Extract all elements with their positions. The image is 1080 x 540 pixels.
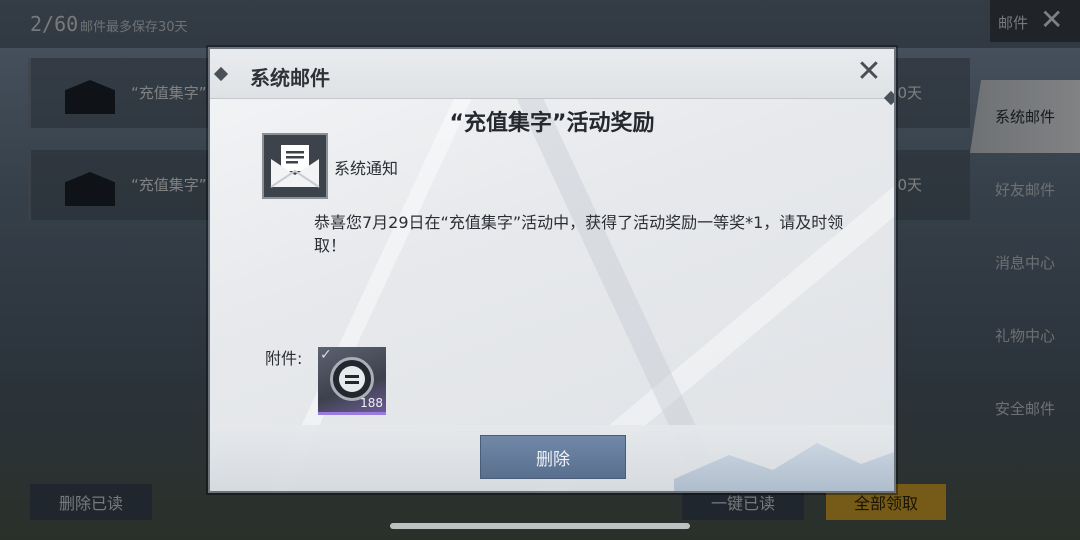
mail-count: 2/60: [30, 12, 79, 36]
corner-ornament: [213, 66, 229, 82]
attachment-label: 附件:: [265, 349, 303, 368]
mail-subject: “充值集字”: [131, 84, 207, 102]
mail-subject: “充值集字”: [131, 176, 207, 194]
mountain-decoration: [674, 443, 894, 491]
dialog-title: 系统邮件: [250, 66, 330, 90]
dialog-footer: 删除: [210, 425, 894, 491]
checkmark-icon: ✓: [320, 347, 332, 363]
tab-message-center[interactable]: 消息中心: [970, 226, 1080, 299]
tab-security-mail[interactable]: 安全邮件: [970, 372, 1080, 445]
tab-system-mail[interactable]: 系统邮件: [970, 80, 1080, 153]
coin-icon: [330, 357, 374, 401]
mail-body-text: 恭喜您7月29日在“充值集字”活动中，获得了活动奖励一等奖*1，请及时领取！: [314, 213, 844, 255]
tab-gift-center[interactable]: 礼物中心: [970, 299, 1080, 372]
mail-detail-dialog: 系统邮件 ✕ “充值集字”活动奖励 系统通知 恭喜您7月29日在“充值集字”活动…: [208, 47, 896, 493]
dialog-header: 系统邮件 ✕: [210, 49, 894, 99]
mailbox-title: 邮件: [998, 14, 1029, 32]
attachment-item[interactable]: ✓ 188: [318, 347, 386, 415]
mail-category-tabs: 系统邮件 好友邮件 消息中心 礼物中心 安全邮件: [970, 80, 1080, 445]
mail-limit-note: 邮件最多保存30天: [80, 20, 188, 35]
mail-days-left: 0天: [897, 84, 922, 102]
mail-days-left: 0天: [897, 176, 922, 194]
close-icon[interactable]: ✕: [854, 57, 884, 87]
close-mailbox-icon[interactable]: ✕: [1040, 6, 1063, 34]
home-indicator[interactable]: [390, 523, 690, 529]
envelope-icon: [65, 80, 115, 114]
open-envelope-icon: [270, 145, 320, 188]
tab-friend-mail[interactable]: 好友邮件: [970, 153, 1080, 226]
sender-name: 系统通知: [334, 159, 399, 178]
sender-avatar: [262, 133, 328, 199]
delete-read-button[interactable]: 删除已读: [30, 484, 152, 520]
envelope-icon: [65, 172, 115, 206]
delete-button[interactable]: 删除: [480, 435, 626, 479]
attachment-quantity: 188: [360, 396, 383, 410]
